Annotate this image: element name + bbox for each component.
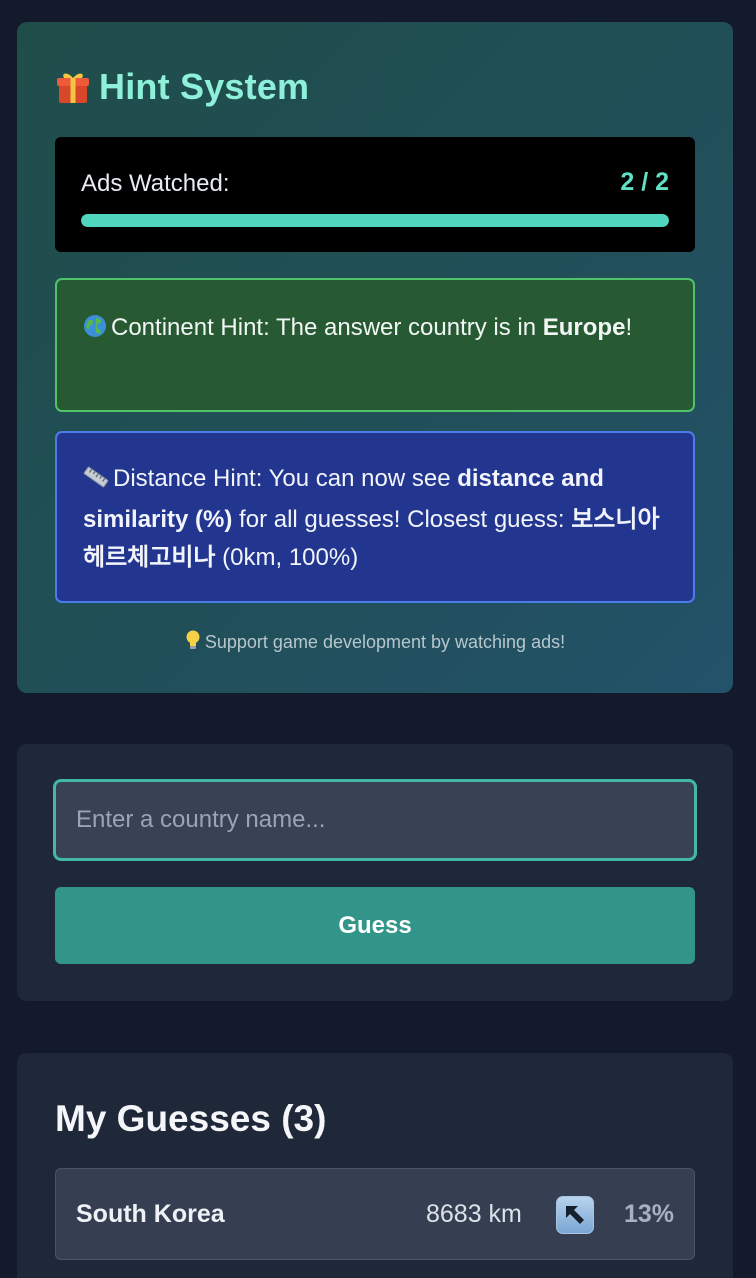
ads-watched-count: 2 / 2 <box>620 168 669 196</box>
support-message-text: Support game development by watching ads… <box>204 632 566 652</box>
support-message: Support game development by watching ads… <box>17 630 733 655</box>
distance-hint-middle: for all guesses! Closest guess: <box>232 506 572 533</box>
ruler-icon <box>83 463 109 501</box>
distance-hint-prefix: Distance Hint: You can now see <box>113 465 458 492</box>
continent-hint: Continent Hint: The answer country is in… <box>55 278 695 412</box>
continent-hint-suffix: ! <box>625 314 633 341</box>
gift-icon <box>55 69 91 105</box>
my-guesses-panel: My Guesses (3) South Korea 8683 km 13% <box>17 1053 733 1278</box>
guess-country: South Korea <box>76 1200 225 1228</box>
country-input[interactable] <box>53 779 697 861</box>
guess-button[interactable]: Guess <box>55 887 695 964</box>
hint-system-title-text: Hint System <box>99 66 310 107</box>
guess-row: South Korea 8683 km 13% <box>55 1168 695 1260</box>
guess-form-panel: Guess <box>17 744 733 1001</box>
ads-progress-fill <box>81 214 669 227</box>
hint-system-panel: Hint System Ads Watched: 2 / 2 Continent… <box>17 22 733 693</box>
lightbulb-icon <box>185 630 201 655</box>
hint-system-title: Hint System <box>55 66 309 108</box>
my-guesses-title: My Guesses (3) <box>55 1098 327 1139</box>
ads-progress-bar <box>81 214 669 227</box>
ads-watched-box: Ads Watched: 2 / 2 <box>55 137 695 252</box>
guess-similarity: 13% <box>623 1200 674 1228</box>
guess-distance: 8683 km <box>426 1200 522 1228</box>
continent-hint-continent: Europe <box>542 314 626 341</box>
distance-hint-closest-detail: (0km, 100%) <box>215 544 359 571</box>
arrow-up-left-icon <box>556 1196 594 1234</box>
ads-watched-label: Ads Watched: <box>81 170 230 197</box>
continent-hint-prefix: Continent Hint: The answer country is in <box>111 314 543 341</box>
globe-icon <box>83 311 107 350</box>
distance-hint: Distance Hint: You can now see distance … <box>55 431 695 603</box>
page: Hint System Ads Watched: 2 / 2 Continent… <box>0 0 756 1278</box>
